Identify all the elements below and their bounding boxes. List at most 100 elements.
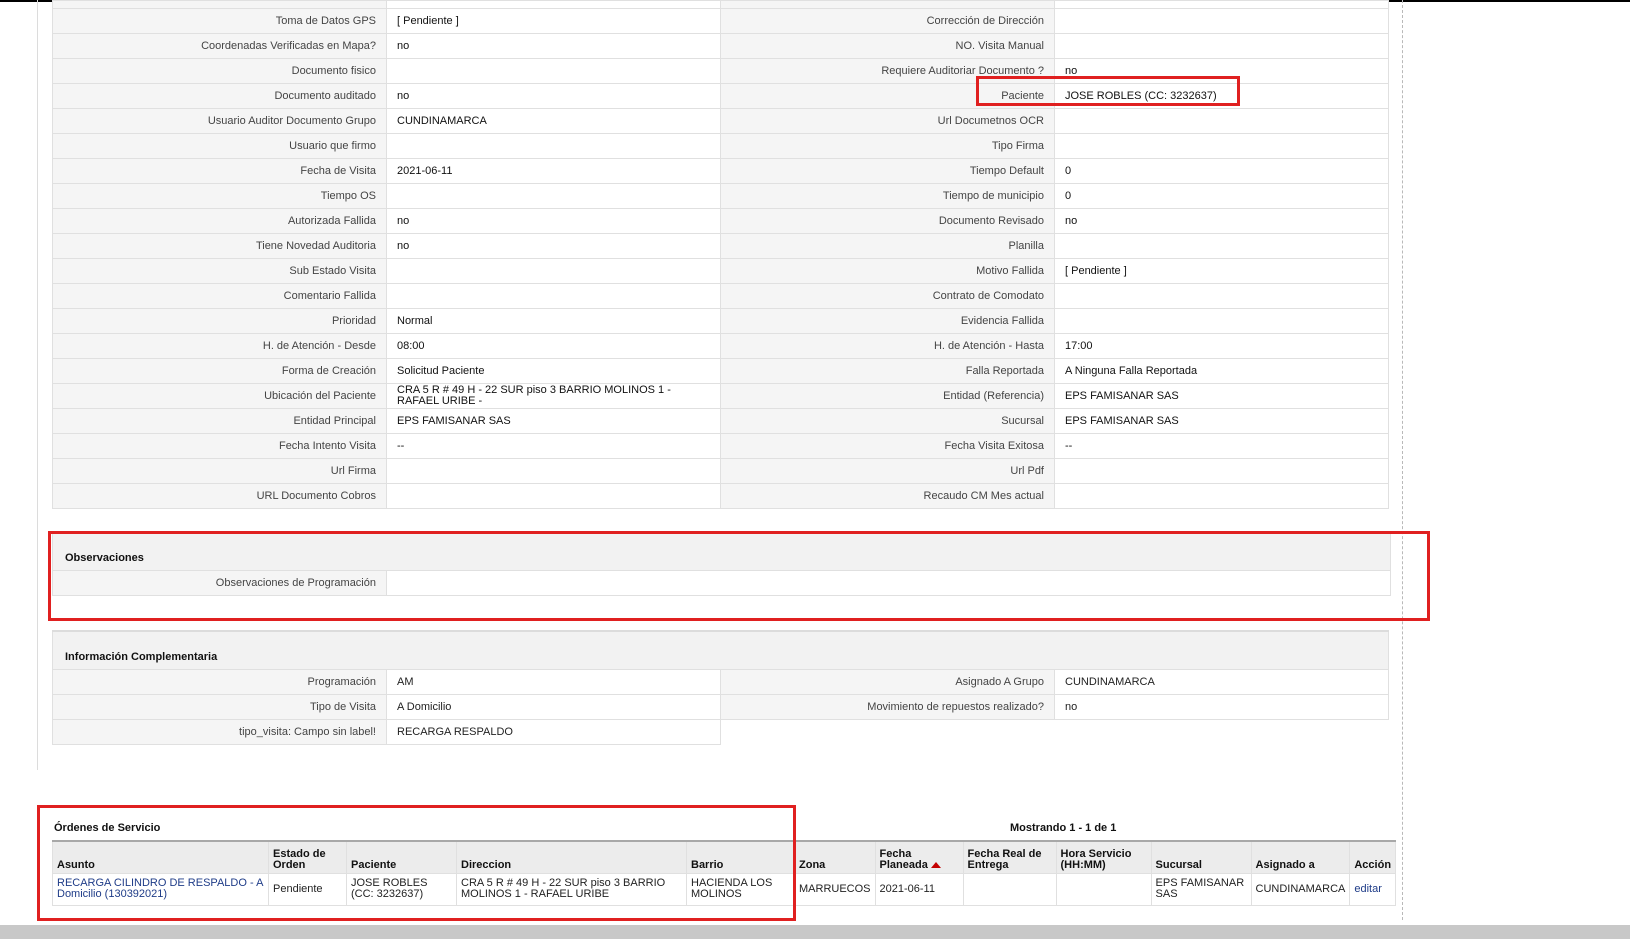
- field-label: H. de Atención - Desde: [52, 333, 387, 359]
- field-value: EPS FAMISANAR SAS: [1054, 383, 1389, 409]
- field-label: Ubicación del Paciente: [52, 383, 387, 409]
- orders-paging: Mostrando 1 - 1 de 1: [1010, 822, 1117, 834]
- detail-row: Ubicación del Paciente CRA 5 R # 49 H - 2…: [52, 383, 1389, 409]
- field-value: [1054, 308, 1389, 334]
- field-value: 0: [1054, 158, 1389, 184]
- order-fecha-real: [962, 872, 1057, 906]
- field-value: [386, 483, 721, 509]
- col-zona[interactable]: Zona: [794, 840, 876, 873]
- field-label: tipo_visita: Campo sin label!: [52, 718, 387, 745]
- field-label: Tiempo Default: [720, 158, 1055, 184]
- field-label: Usuario Auditor Documento Grupo: [52, 108, 387, 134]
- field-value: RECARGA RESPALDO: [386, 718, 721, 745]
- detail-row: Coordenadas Verificadas en Mapa? no NO. Vi…: [52, 33, 1389, 59]
- field-value: --: [1054, 433, 1389, 459]
- field-label: Documento auditado: [52, 83, 387, 109]
- field-value: CUNDINAMARCA: [1054, 668, 1389, 695]
- field-label: Recaudo CM Mes actual: [720, 483, 1055, 509]
- field-value: [386, 458, 721, 484]
- field-value: [1054, 33, 1389, 59]
- field-value: Normal: [386, 308, 721, 334]
- field-label: Falla Reportada: [720, 358, 1055, 384]
- order-hora: [1055, 872, 1152, 906]
- field-label: Autorizada Fallida: [52, 208, 387, 234]
- horizontal-scrollbar[interactable]: [0, 925, 1630, 939]
- detail-row: Prioridad Normal Evidencia Fallida: [52, 308, 1389, 334]
- detail-row: Comentario Fallida Contrato de Comodato: [52, 283, 1389, 309]
- empty-cell: [721, 719, 1055, 744]
- col-fecha-real[interactable]: Fecha Real de Entrega: [962, 840, 1057, 873]
- left-divider: [37, 0, 38, 770]
- field-value: Solicitud Paciente: [386, 358, 721, 384]
- field-value: 2021-06-11: [386, 158, 721, 184]
- detail-row: Fecha de Visita 2021-06-11 Tiempo Default 0: [52, 158, 1389, 184]
- field-value: [1054, 233, 1389, 259]
- observaciones-highlight-box: [48, 531, 1430, 621]
- col-fecha-planeada-label: Fecha Planeada: [879, 847, 928, 871]
- field-label: H. de Atención - Hasta: [720, 333, 1055, 359]
- field-label: Tipo Firma: [720, 133, 1055, 159]
- field-label: Fecha de Visita: [52, 158, 387, 184]
- field-value: [1054, 458, 1389, 484]
- field-value: [1054, 283, 1389, 309]
- detail-row: Fecha Intento Visita -- Fecha Visita Exito…: [52, 433, 1389, 459]
- field-value: 17:00: [1054, 333, 1389, 359]
- field-value: 08:00: [386, 333, 721, 359]
- col-sucursal[interactable]: Sucursal: [1150, 840, 1252, 873]
- field-value: [1054, 108, 1389, 134]
- detail-row: Toma de Datos GPS[ Pendiente ] Corrección…: [52, 8, 1389, 34]
- detail-row: Autorizada Fallida no Documento Revisado no: [52, 208, 1389, 234]
- field-label: Programación: [52, 668, 387, 695]
- detail-row: Sub Estado Visita Motivo Fallida[ Pendien…: [52, 258, 1389, 284]
- field-value: no: [386, 33, 721, 59]
- paciente-highlight-box: [976, 76, 1240, 106]
- order-fecha-planeada: 2021-06-11: [874, 872, 964, 906]
- field-value: [386, 133, 721, 159]
- field-value: [1054, 133, 1389, 159]
- field-value: [ Pendiente ]: [386, 8, 721, 34]
- field-label: Fecha Visita Exitosa: [720, 433, 1055, 459]
- edit-link[interactable]: editar: [1354, 883, 1382, 895]
- detail-row: Url Firma Url Pdf: [52, 458, 1389, 484]
- col-fecha-planeada[interactable]: Fecha Planeada: [874, 840, 964, 873]
- field-value: 0: [1054, 183, 1389, 209]
- field-value: A Ninguna Falla Reportada: [1054, 358, 1389, 384]
- field-value: A Domicilio: [386, 693, 721, 720]
- detail-row: Forma de Creación Solicitud Paciente Falla…: [52, 358, 1389, 384]
- field-value: no: [1054, 208, 1389, 234]
- col-hora[interactable]: Hora Servicio (HH:MM): [1055, 840, 1152, 873]
- field-value: [386, 283, 721, 309]
- order-sucursal: EPS FAMISANAR SAS: [1150, 872, 1252, 906]
- empty-cell: [1055, 719, 1389, 744]
- field-label: Contrato de Comodato: [720, 283, 1055, 309]
- col-accion: Acción: [1349, 840, 1397, 873]
- field-value: AM: [386, 668, 721, 695]
- field-label: Asignado A Grupo: [720, 668, 1055, 695]
- field-label: Sucursal: [720, 408, 1055, 434]
- field-value: --: [386, 433, 721, 459]
- detail-row: Tiempo OS Tiempo de municipio 0: [52, 183, 1389, 209]
- field-label: Tiempo de municipio: [720, 183, 1055, 209]
- field-label: Fecha Intento Visita: [52, 433, 387, 459]
- detail-top-spacer: [52, 0, 1389, 9]
- field-value: no: [386, 233, 721, 259]
- field-label: Documento fisico: [52, 58, 387, 84]
- field-value: no: [386, 208, 721, 234]
- field-label: Movimiento de repuestos realizado?: [720, 693, 1055, 720]
- detail-row: Entidad Principal EPS FAMISANAR SAS Sucurs…: [52, 408, 1389, 434]
- field-value: EPS FAMISANAR SAS: [386, 408, 721, 434]
- field-label: NO. Visita Manual: [720, 33, 1055, 59]
- field-label: Entidad (Referencia): [720, 383, 1055, 409]
- field-label: Entidad Principal: [52, 408, 387, 434]
- field-label: Toma de Datos GPS: [52, 8, 387, 34]
- field-value: [1054, 8, 1389, 34]
- field-label: Url Firma: [52, 458, 387, 484]
- sort-asc-icon[interactable]: [930, 861, 941, 868]
- field-label: Documento Revisado: [720, 208, 1055, 234]
- field-label: Motivo Fallida: [720, 258, 1055, 284]
- col-asignado[interactable]: Asignado a: [1250, 840, 1351, 873]
- detail-row: Tiene Novedad Auditoria no Planilla: [52, 233, 1389, 259]
- order-zona: MARRUECOS: [794, 872, 876, 906]
- field-value: [ Pendiente ]: [1054, 258, 1389, 284]
- field-value: CRA 5 R # 49 H - 22 SUR piso 3 BARRIO MO…: [386, 383, 721, 409]
